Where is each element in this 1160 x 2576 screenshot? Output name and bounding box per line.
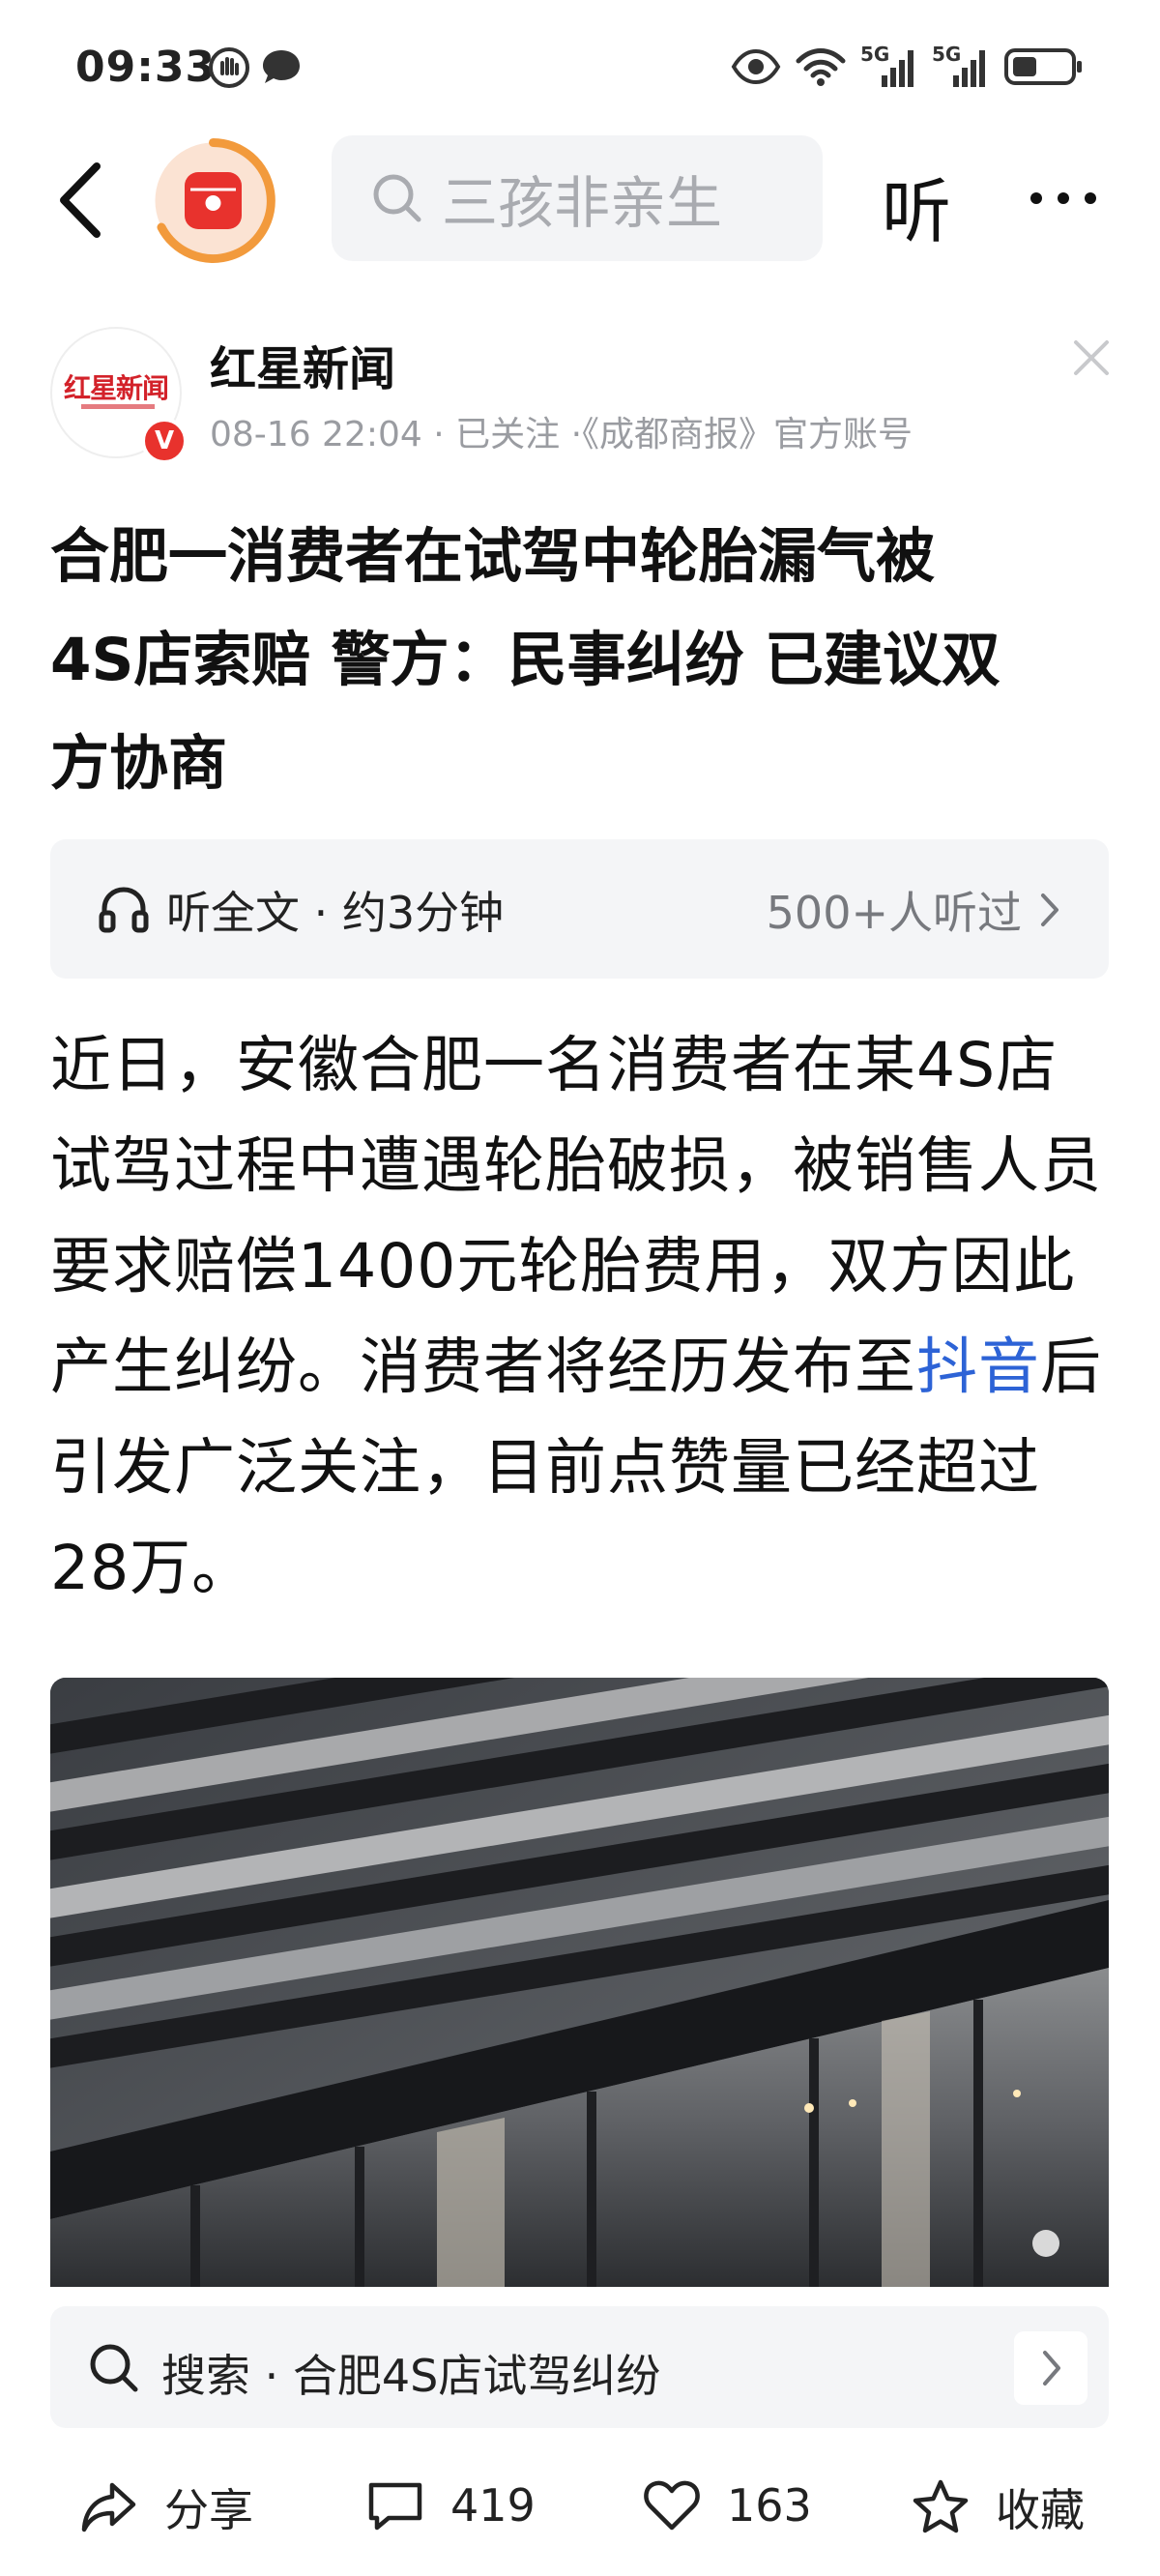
article-paragraph: 近日，安徽合肥一名消费者在某4S店试驾过程中遭遇轮胎破损，被销售人员要求赔偿14…: [50, 1015, 1114, 1619]
article-image[interactable]: [50, 1678, 1109, 2287]
article-title-line: 合肥一消费者在试驾中轮胎漏气被: [50, 522, 936, 591]
article-title: 合肥一消费者在试驾中轮胎漏气被 4S店索赔 警方：民事纠纷 已建议双 方协商: [50, 505, 1114, 815]
comment-button[interactable]: 419: [365, 2475, 536, 2535]
comment-icon: [368, 2482, 422, 2531]
status-notification-icons: [208, 46, 303, 89]
favorite-label: 收藏: [996, 2484, 1085, 2536]
author-name[interactable]: 红星新闻: [210, 331, 395, 398]
eye-icon: [731, 48, 781, 85]
comment-count: 419: [450, 2479, 536, 2532]
article-title-line: 方协商: [50, 729, 228, 798]
search-icon: [373, 174, 421, 222]
listen-count: 500+人听过: [766, 887, 1022, 939]
top-navigation: 三孩非亲生 听: [0, 135, 1160, 263]
author-meta: 08-16 22:04 · 已关注 ·《成都商报》官方账号: [210, 415, 914, 454]
wifi-icon: [796, 48, 846, 86]
avatar-logo-underline: [81, 404, 155, 409]
headphones-icon: [99, 887, 149, 933]
share-label: 分享: [164, 2484, 253, 2536]
signal-bars-icon: [953, 50, 985, 87]
listen-button[interactable]: 听: [882, 155, 951, 256]
search-suggestion-arrow[interactable]: [1014, 2331, 1088, 2405]
battery-icon: [1004, 48, 1082, 85]
status-right-icons: 5G 5G: [731, 43, 1085, 91]
chat-bubble-icon: [263, 50, 300, 83]
search-icon: [90, 2344, 138, 2392]
share-button[interactable]: 分享: [79, 2475, 253, 2539]
more-options-icon[interactable]: [1025, 155, 1102, 242]
listen-full-text-bar[interactable]: 听全文 · 约3分钟 500+人听过: [50, 839, 1109, 979]
like-button[interactable]: 163: [642, 2475, 812, 2535]
article-title-line: 4S店索赔 警方：民事纠纷 已建议双: [50, 626, 1000, 694]
signal-bars-icon: [882, 50, 914, 87]
favorite-button[interactable]: 收藏: [911, 2475, 1085, 2539]
search-placeholder: 三孩非亲生: [442, 170, 723, 236]
related-search-suggestion[interactable]: 搜索 · 合肥4S店试驾纠纷: [50, 2306, 1109, 2428]
heart-icon: [644, 2480, 700, 2531]
verified-badge: V: [141, 418, 188, 464]
share-icon: [81, 2482, 136, 2532]
chevron-right-icon: [1043, 2351, 1060, 2386]
like-count: 163: [727, 2479, 812, 2532]
search-suggestion-label: 搜索 · 合肥4S店试驾纠纷: [161, 2350, 661, 2402]
hand-notification-icon: [209, 47, 249, 88]
close-icon[interactable]: [1070, 337, 1113, 379]
search-input[interactable]: 三孩非亲生: [332, 135, 823, 261]
channel-logo-icon[interactable]: [148, 135, 278, 266]
storefront-photo: [50, 1678, 1109, 2287]
signal-5g-2: 5G: [932, 43, 990, 91]
douyin-link[interactable]: 抖音: [916, 1332, 1040, 1402]
status-time: 09:33: [75, 43, 217, 92]
author-header: 红星新闻 V 红星新闻 08-16 22:04 · 已关注 ·《成都商报》官方账…: [50, 327, 1114, 464]
status-bar: 09:33 5G 5G: [0, 0, 1160, 135]
author-avatar[interactable]: 红星新闻 V: [50, 327, 188, 464]
avatar-logo-text: 红星新闻: [64, 372, 169, 404]
signal-5g-1: 5G: [860, 43, 918, 91]
back-arrow-icon[interactable]: [48, 157, 116, 244]
listen-label: 听全文 · 约3分钟: [166, 887, 505, 939]
star-icon: [913, 2479, 969, 2533]
bottom-action-bar: 分享 419 163 收藏: [0, 2456, 1160, 2576]
chevron-right-icon: [1041, 893, 1058, 926]
